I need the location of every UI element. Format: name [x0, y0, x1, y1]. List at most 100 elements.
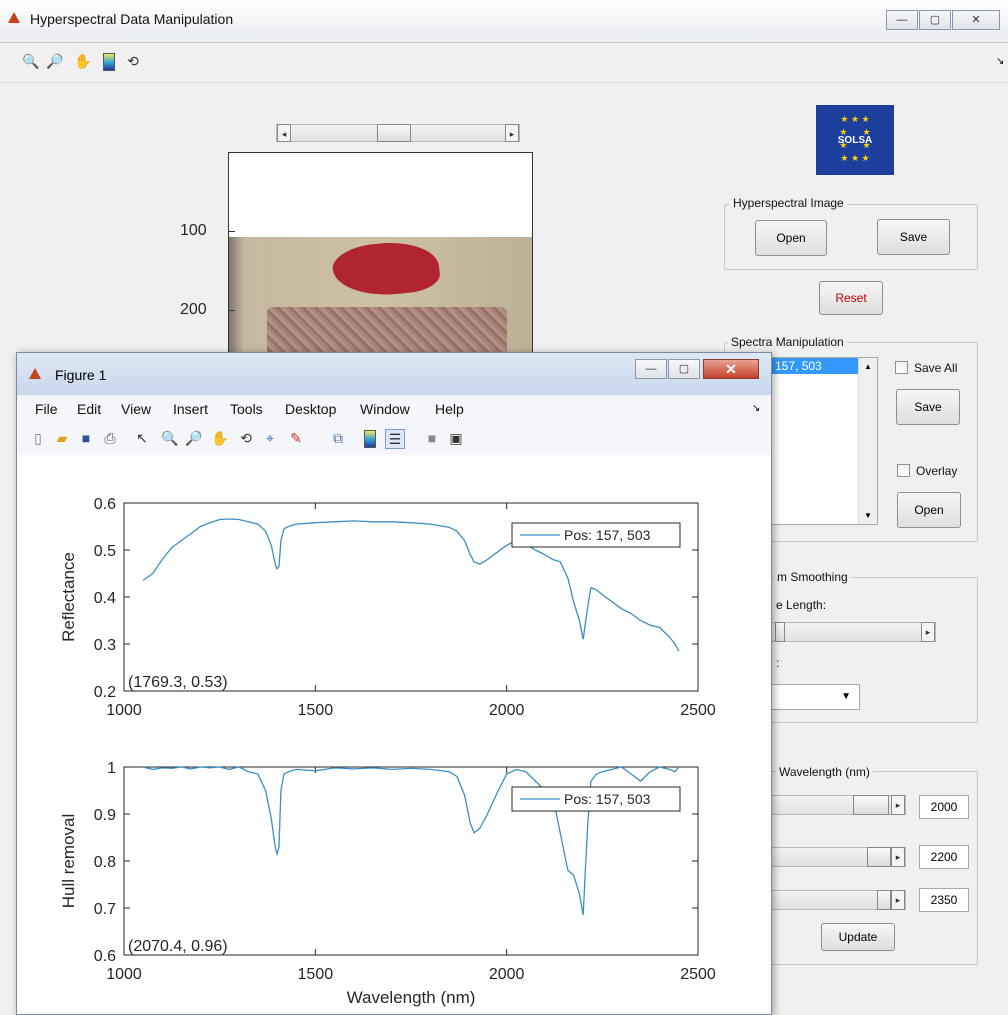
- slider-right-arrow-icon[interactable]: ▸: [505, 124, 519, 142]
- figure-matlab-logo-icon: [29, 368, 41, 379]
- rotate-icon[interactable]: ⟲: [237, 429, 255, 447]
- image-slider[interactable]: ◂ ▸: [276, 124, 520, 142]
- red-sample: [330, 237, 442, 301]
- main-window-titlebar[interactable]: Hyperspectral Data Manipulation — ▢ ✕: [0, 0, 1008, 43]
- wavelength-slider-2[interactable]: ▸: [770, 847, 906, 867]
- colorbar-icon[interactable]: [100, 52, 118, 71]
- plot-1-xtick-label-2: 2000: [489, 966, 525, 983]
- plot-0-xtick-label-0: 1000: [106, 702, 142, 719]
- spectra-listbox[interactable]: 157, 503 ▲ ▼: [770, 357, 878, 525]
- legend-icon[interactable]: ☰: [385, 429, 405, 449]
- plot-1-xtick-label-3: 2500: [680, 966, 716, 983]
- slider-left-arrow-icon[interactable]: ◂: [277, 124, 291, 142]
- pan-icon[interactable]: ✋: [74, 52, 92, 70]
- hide-icon[interactable]: ■: [423, 429, 441, 447]
- plot-0-ylabel: Reflectance: [59, 552, 78, 642]
- figure-close-button[interactable]: ✕: [703, 359, 759, 379]
- smoothing-method-label: :: [776, 656, 780, 670]
- open-icon[interactable]: ▰: [53, 429, 71, 447]
- toolbar-dock-arrow-icon[interactable]: ↘: [996, 56, 1004, 67]
- save-all-checkbox[interactable]: [895, 361, 908, 374]
- wavelength-slider-3[interactable]: ▸: [770, 890, 906, 910]
- slider-thumb[interactable]: [377, 124, 411, 142]
- pointer-icon[interactable]: ↖: [133, 429, 151, 447]
- minimize-button[interactable]: —: [886, 10, 918, 30]
- reset-button[interactable]: Reset: [819, 281, 883, 315]
- overlay-checkbox[interactable]: [897, 464, 910, 477]
- smoothing-slider-thumb[interactable]: [775, 622, 785, 642]
- zoom-in-icon[interactable]: 🔍: [161, 429, 179, 447]
- zoom-out-icon[interactable]: 🔎: [185, 429, 203, 447]
- wavelength-label: Wavelength (nm): [776, 765, 873, 779]
- wavelength-slider-3-thumb[interactable]: [877, 890, 891, 910]
- figure-minimize-button[interactable]: —: [635, 359, 667, 379]
- plot-0-xtick-label-1: 1500: [298, 702, 334, 719]
- figure-menubar: File Edit View Insert Tools Desktop Wind…: [17, 395, 771, 421]
- hyperspectral-image-axes[interactable]: [228, 152, 533, 359]
- wavelength-slider-1[interactable]: ▸: [770, 795, 906, 815]
- open-image-button[interactable]: Open: [755, 220, 827, 256]
- sample-image: [229, 237, 532, 358]
- rotate-icon[interactable]: ⟲: [124, 52, 142, 70]
- maximize-button[interactable]: ▢: [919, 10, 951, 30]
- new-icon[interactable]: ▯: [29, 429, 47, 447]
- wavelength-3-right-arrow-icon[interactable]: ▸: [891, 890, 905, 910]
- wavelength-slider-1-thumb[interactable]: [853, 795, 889, 815]
- layout-icon[interactable]: ▣: [447, 429, 465, 447]
- smoothing-length-slider[interactable]: ▸: [770, 622, 936, 642]
- figure-titlebar[interactable]: Figure 1 — ▢ ✕: [17, 353, 771, 396]
- pan-icon[interactable]: ✋: [211, 429, 229, 447]
- save-spectra-button[interactable]: Save: [896, 389, 960, 425]
- listbox-scrollbar[interactable]: ▲ ▼: [858, 358, 877, 524]
- figure-maximize-button[interactable]: ▢: [668, 359, 700, 379]
- update-button[interactable]: Update: [821, 923, 895, 951]
- menu-tools[interactable]: Tools: [230, 401, 263, 417]
- figure-title: Figure 1: [55, 367, 107, 383]
- zoom-in-icon[interactable]: 🔍: [22, 52, 40, 70]
- matlab-logo-icon: [8, 12, 20, 23]
- smoothing-method-dropdown[interactable]: ▼: [770, 684, 860, 710]
- spectra-manipulation-label: Spectra Manipulation: [728, 335, 847, 349]
- menu-file[interactable]: File: [35, 401, 58, 417]
- main-window-title: Hyperspectral Data Manipulation: [30, 11, 234, 27]
- datacursor-icon[interactable]: ⌖: [261, 429, 279, 447]
- save-image-button[interactable]: Save: [877, 219, 950, 255]
- open-spectra-button[interactable]: Open: [897, 492, 961, 528]
- colorbar-icon[interactable]: [361, 429, 379, 448]
- wavelength-1-right-arrow-icon[interactable]: ▸: [891, 795, 905, 815]
- menu-view[interactable]: View: [121, 401, 151, 417]
- menu-help[interactable]: Help: [435, 401, 464, 417]
- menu-window[interactable]: Window: [360, 401, 410, 417]
- scroll-up-icon[interactable]: ▲: [859, 362, 877, 371]
- plot-1-ytick-label-2: 0.8: [94, 854, 116, 871]
- wavelength-slider-2-thumb[interactable]: [867, 847, 891, 867]
- figure-plots[interactable]: 1000 1500 2000 2500 0.2 0.3 0.4 0.5 0.6 Reflectan…: [17, 455, 771, 1015]
- plot-1-ytick-label-3: 0.9: [94, 807, 116, 824]
- menu-desktop[interactable]: Desktop: [285, 401, 336, 417]
- save-icon[interactable]: ■: [77, 429, 95, 447]
- menu-dock-arrow-icon[interactable]: ↘: [752, 403, 760, 414]
- wavelength-field-1[interactable]: 2000: [919, 795, 969, 819]
- dropdown-arrow-icon: ▼: [841, 691, 851, 702]
- overlay-label: Overlay: [916, 464, 958, 478]
- menu-edit[interactable]: Edit: [77, 401, 101, 417]
- scroll-down-icon[interactable]: ▼: [859, 511, 877, 520]
- solsa-logo-text: SOLSA: [837, 135, 873, 146]
- figure-window[interactable]: Figure 1 — ▢ ✕ File Edit View Insert Too…: [16, 352, 772, 1015]
- list-item[interactable]: 157, 503: [771, 358, 861, 374]
- plot-0-annotation: (1769.3, 0.53): [128, 674, 228, 691]
- hyperspectral-image-label: Hyperspectral Image: [730, 196, 847, 210]
- smoothing-right-arrow-icon[interactable]: ▸: [921, 622, 935, 642]
- link-icon[interactable]: ⧉: [329, 429, 347, 447]
- menu-insert[interactable]: Insert: [173, 401, 208, 417]
- plot-1-legend-label: Pos: 157, 503: [564, 791, 651, 807]
- wavelength-2-right-arrow-icon[interactable]: ▸: [891, 847, 905, 867]
- brush-icon[interactable]: ✎: [287, 429, 305, 447]
- smoothing-label: m Smoothing: [774, 570, 851, 584]
- close-button[interactable]: ✕: [952, 10, 1000, 30]
- wavelength-field-3[interactable]: 2350: [919, 888, 969, 912]
- plot-1-ytick-label-0: 0.6: [94, 948, 116, 965]
- wavelength-field-2[interactable]: 2200: [919, 845, 969, 869]
- zoom-out-icon[interactable]: 🔎: [46, 52, 64, 70]
- print-icon[interactable]: ⎙: [101, 429, 119, 447]
